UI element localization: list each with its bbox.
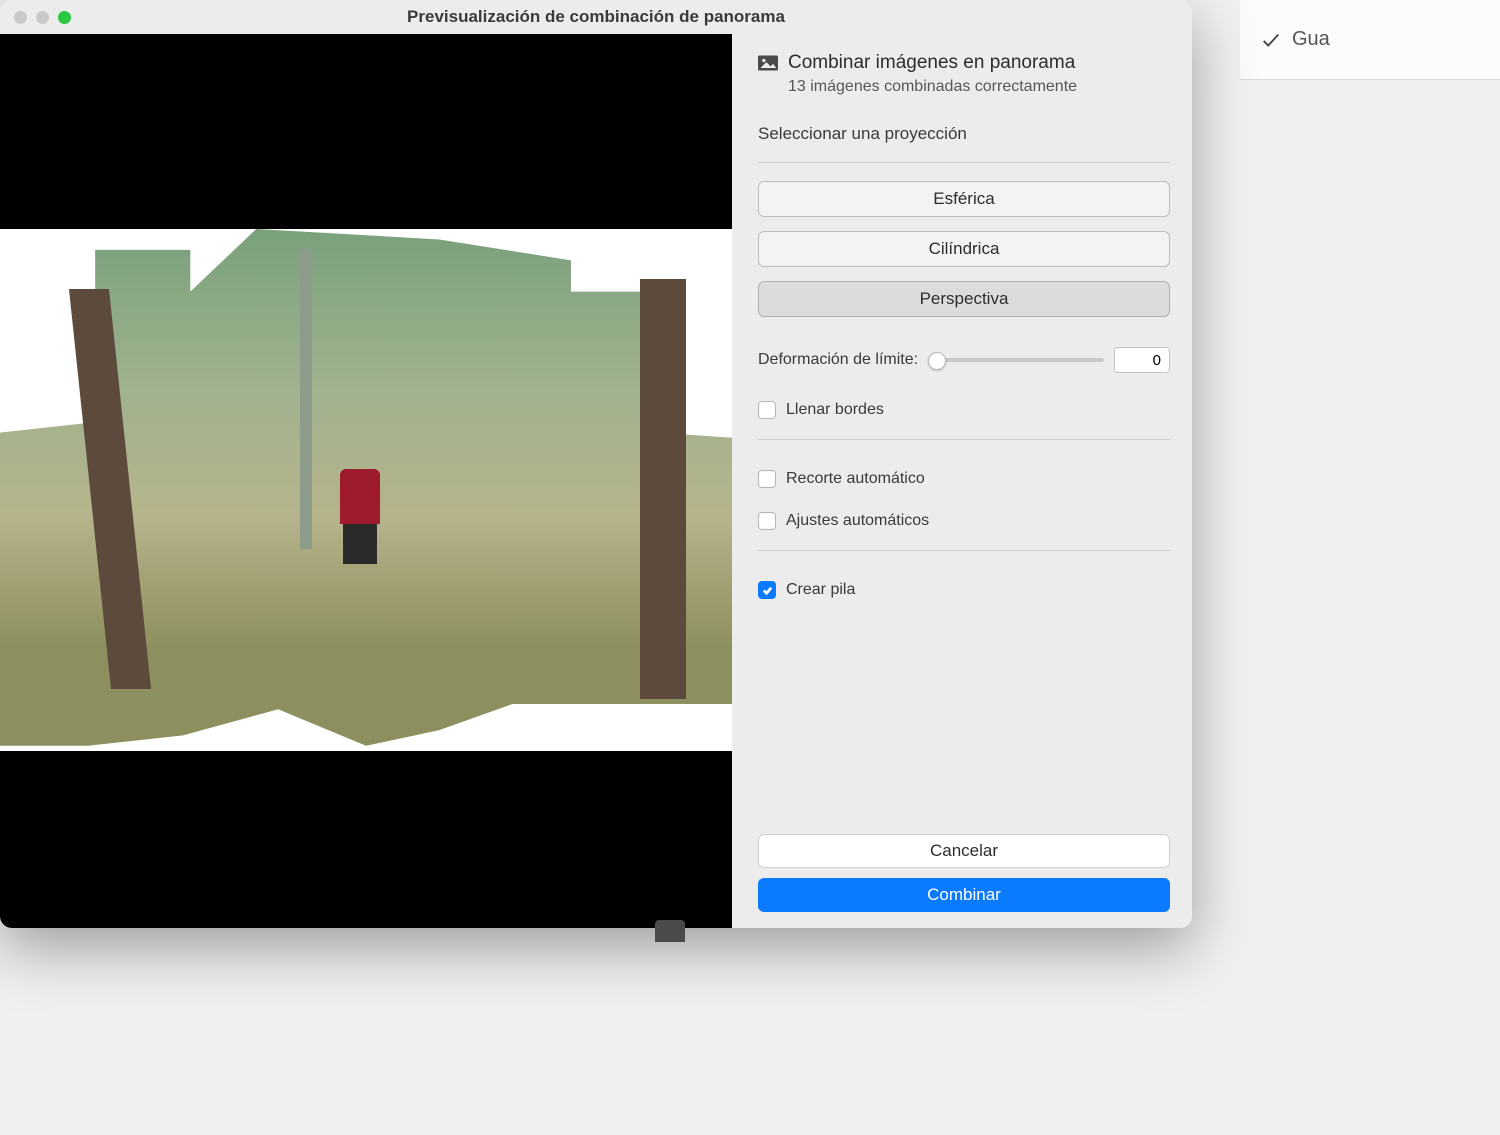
panel-title: Combinar imágenes en panorama — [788, 52, 1075, 74]
window-minimize-button[interactable] — [36, 11, 49, 24]
panorama-icon — [758, 55, 778, 71]
projection-perspective-button[interactable]: Perspectiva — [758, 281, 1170, 317]
window-close-button[interactable] — [14, 11, 27, 24]
auto-crop-label: Recorte automático — [786, 470, 925, 488]
projection-spherical-button[interactable]: Esférica — [758, 181, 1170, 217]
projection-cylindrical-button[interactable]: Cilíndrica — [758, 231, 1170, 267]
create-stack-checkbox-row: Crear pila — [758, 581, 1170, 599]
check-icon — [1260, 29, 1282, 51]
merge-button[interactable]: Combinar — [758, 878, 1170, 912]
window-maximize-button[interactable] — [58, 11, 71, 24]
dock-hint — [655, 920, 685, 942]
boundary-warp-input[interactable] — [1114, 347, 1170, 373]
divider — [758, 162, 1170, 163]
boundary-warp-label: Deformación de límite: — [758, 351, 918, 369]
auto-crop-checkbox[interactable] — [758, 470, 776, 488]
auto-settings-label: Ajustes automáticos — [786, 512, 929, 530]
fill-edges-checkbox[interactable] — [758, 401, 776, 419]
auto-settings-checkbox[interactable] — [758, 512, 776, 530]
create-stack-label: Crear pila — [786, 581, 855, 599]
divider — [758, 550, 1170, 551]
auto-settings-checkbox-row: Ajustes automáticos — [758, 512, 1170, 530]
fill-edges-label: Llenar bordes — [786, 401, 884, 419]
tree-shape — [300, 249, 312, 549]
panel-subtitle: 13 imágenes combinadas correctamente — [758, 78, 1170, 96]
background-toolbar: Gua — [1240, 0, 1500, 80]
figure-shape — [340, 469, 380, 564]
create-stack-checkbox[interactable] — [758, 581, 776, 599]
panorama-preview[interactable] — [0, 34, 732, 928]
fill-edges-checkbox-row: Llenar bordes — [758, 401, 1170, 419]
titlebar[interactable]: Previsualización de combinación de panor… — [0, 0, 1192, 34]
boundary-warp-slider[interactable] — [928, 352, 1104, 368]
cancel-button[interactable]: Cancelar — [758, 834, 1170, 868]
auto-crop-checkbox-row: Recorte automático — [758, 470, 1170, 488]
slider-thumb[interactable] — [928, 352, 946, 370]
background-save-label: Gua — [1292, 28, 1330, 51]
projection-section-label: Seleccionar una proyección — [758, 124, 1170, 144]
panorama-merge-window: Previsualización de combinación de panor… — [0, 0, 1192, 928]
panorama-canvas — [0, 229, 732, 751]
tree-shape — [640, 279, 686, 699]
divider — [758, 439, 1170, 440]
window-title: Previsualización de combinación de panor… — [0, 7, 1192, 27]
settings-panel: Combinar imágenes en panorama 13 imágene… — [732, 34, 1192, 928]
